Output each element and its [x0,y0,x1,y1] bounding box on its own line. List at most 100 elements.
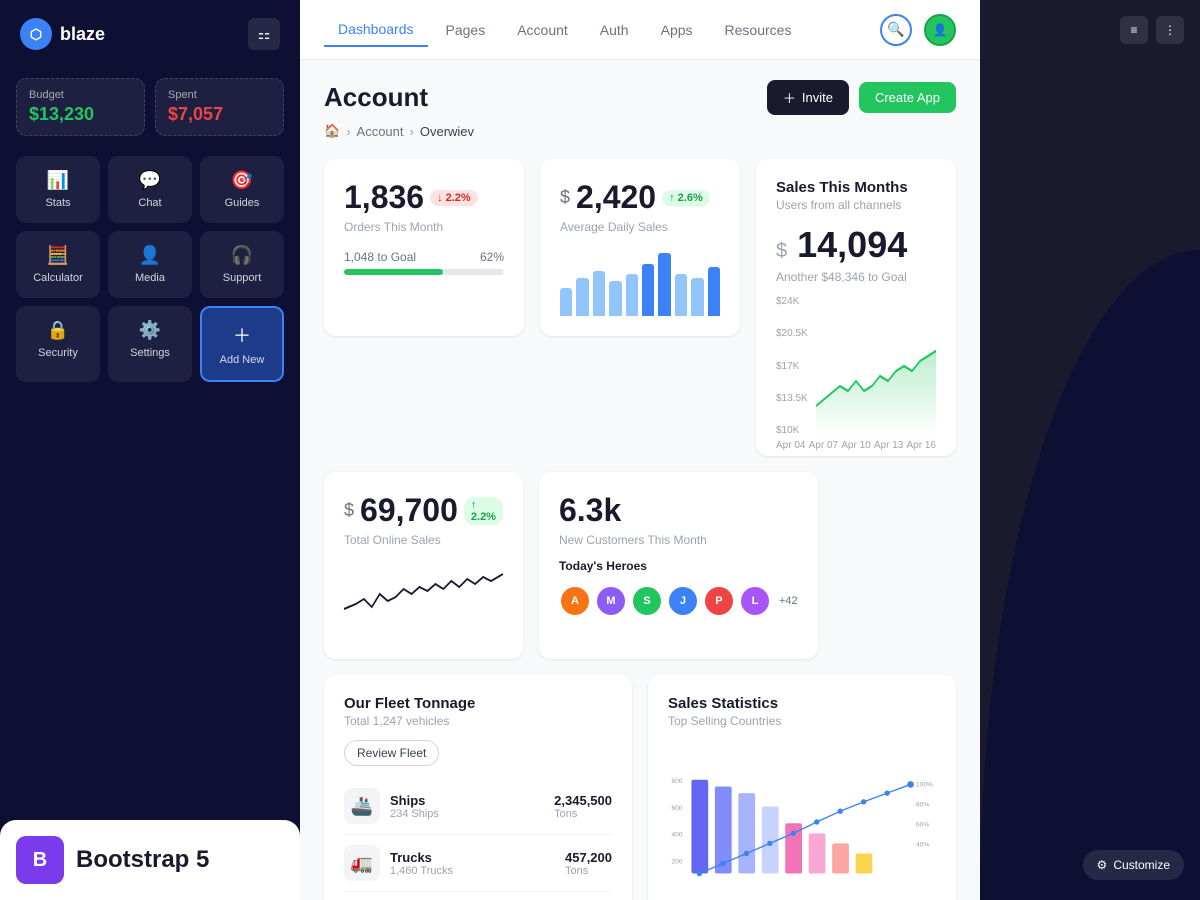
online-sales-label: Total Online Sales [344,533,503,547]
top-nav: Dashboards Pages Account Auth Apps Resou… [300,0,980,60]
invite-button[interactable]: ＋ Invite [767,80,849,115]
svg-text:200: 200 [671,859,682,866]
right-panel-content: ≡ ⋮ [980,0,1200,72]
online-sales-badge: ↑ 2.2% [464,497,503,525]
svg-text:400: 400 [671,832,682,839]
sales-goal: Another $48,346 to Goal [776,270,936,284]
sales-statistics-card: Sales Statistics Top Selling Countries 8… [648,675,956,900]
hero-avatar-5: P [703,585,735,617]
svg-text:40%: 40% [916,842,929,849]
ships-sub: 234 Ships [390,808,439,820]
sales-line-svg [816,296,936,436]
review-fleet-button[interactable]: Review Fleet [344,740,439,766]
calculator-label: Calculator [33,272,83,284]
sidebar-item-security[interactable]: 🔒 Security [16,306,100,382]
tab-resources[interactable]: Resources [711,13,806,47]
tab-dashboards[interactable]: Dashboards [324,13,428,47]
guides-label: Guides [225,197,260,209]
daily-sales-badge: ↑ 2.6% [662,190,710,206]
heroes-title: Today's Heroes [559,559,798,573]
page-header: Account ＋ Invite Create App [324,80,956,115]
rp-icon-2[interactable]: ⋮ [1156,16,1184,44]
spent-amount: $7,057 [168,104,271,125]
svg-text:600: 600 [671,805,682,812]
ships-icon: 🚢 [344,788,380,824]
fleet-item-trucks: 🚛 Trucks 1,460 Trucks 457,200 Tons [344,835,612,892]
avatar[interactable]: 👤 [924,14,956,46]
sales-month-title: Sales This Months [776,179,936,196]
fleet-item-planes: ✈️ Planes 8 Aircrafts 1,240 Tons [344,892,612,900]
budget-row: Budget $13,230 Spent $7,057 [0,68,300,156]
fleet-row: Our Fleet Tonnage Total 1,247 vehicles R… [324,675,956,900]
orders-badge: ↓ 2.2% [430,190,478,206]
budget-card: Budget $13,230 [16,78,145,136]
create-app-button[interactable]: Create App [859,82,956,113]
chat-icon: 💬 [139,170,161,191]
trucks-sub: 1,460 Trucks [390,865,453,877]
search-button[interactable]: 🔍 [880,14,912,46]
calculator-icon: 🧮 [47,245,69,266]
online-sales-value: 69,700 [360,492,458,529]
spent-card: Spent $7,057 [155,78,284,136]
tab-pages[interactable]: Pages [432,13,500,47]
right-panel-bg [980,250,1200,900]
sidebar-item-guides[interactable]: 🎯 Guides [200,156,284,223]
orders-value: 1,836 [344,179,424,216]
hero-avatar-3: S [631,585,663,617]
orders-progress-pct: 62% [480,250,504,264]
wavy-chart [344,559,503,639]
orders-progress-fill [344,269,443,275]
customers-card: 6.3k New Customers This Month Today's He… [539,472,818,659]
breadcrumb: 🏠 › Account › Overwiev [324,123,956,139]
sidebar-item-media[interactable]: 👤 Media [108,231,192,298]
tab-auth[interactable]: Auth [586,13,643,47]
customers-value: 6.3k [559,492,621,529]
sidebar-item-stats[interactable]: 📊 Stats [16,156,100,223]
security-icon: 🔒 [47,320,69,341]
add-new-label: Add New [220,354,265,366]
fleet-title: Our Fleet Tonnage [344,695,612,712]
breadcrumb-home: 🏠 [324,123,340,139]
main-content: Dashboards Pages Account Auth Apps Resou… [300,0,980,900]
heroes-row: A M S J P L +42 [559,585,798,617]
trucks-icon: 🚛 [344,845,380,881]
top-nav-right: 🔍 👤 [880,14,956,46]
page-content: Account ＋ Invite Create App 🏠 › Account … [300,60,980,900]
fleet-item-ships: 🚢 Ships 234 Ships 2,345,500 Tons [344,778,612,835]
bootstrap-icon: B [16,836,64,884]
online-prefix: $ [344,500,354,521]
trucks-name: Trucks [390,850,453,865]
customize-button[interactable]: ⚙ Customize [1083,850,1184,880]
menu-icon-button[interactable]: ⚏ [248,18,280,50]
stats-icon: 📊 [47,170,69,191]
orders-card: 1,836 ↓ 2.2% Orders This Month 1,048 to … [324,159,524,336]
orders-progress-bar [344,269,504,275]
rp-icon-1[interactable]: ≡ [1120,16,1148,44]
sidebar-header: ⬡ blaze ⚏ [0,0,300,68]
bootstrap-badge: B Bootstrap 5 [16,836,284,884]
online-sales-card: $ 69,700 ↑ 2.2% Total Online Sales [324,472,523,659]
sales-month-chart: $24K $20.5K $17K $13.5K $10K [776,296,936,436]
ships-unit: Tons [554,808,612,820]
trucks-value: 457,200 [565,850,612,865]
hero-count: +42 [779,595,798,607]
daily-sales-chart [560,246,720,316]
fleet-sub: Total 1,247 vehicles [344,714,612,728]
chat-label: Chat [138,197,161,209]
sidebar-item-support[interactable]: 🎧 Support [200,231,284,298]
tab-apps[interactable]: Apps [647,13,707,47]
orders-progress-label: 1,048 to Goal [344,250,416,264]
breadcrumb-account[interactable]: Account [357,124,404,139]
tab-account[interactable]: Account [503,13,582,47]
sidebar-item-chat[interactable]: 💬 Chat [108,156,192,223]
sidebar: ⬡ blaze ⚏ Budget $13,230 Spent $7,057 📊 … [0,0,300,900]
sidebar-item-add-new[interactable]: ＋ Add New [200,306,284,382]
daily-sales-card: $ 2,420 ↑ 2.6% Average Daily Sales [540,159,740,336]
hero-avatar-1: A [559,585,591,617]
budget-amount: $13,230 [29,104,132,125]
sidebar-item-calculator[interactable]: 🧮 Calculator [16,231,100,298]
sidebar-item-settings[interactable]: ⚙️ Settings [108,306,192,382]
guides-icon: 🎯 [231,170,253,191]
sales-month-card: Sales This Months Users from all channel… [756,159,956,456]
ships-value: 2,345,500 [554,793,612,808]
